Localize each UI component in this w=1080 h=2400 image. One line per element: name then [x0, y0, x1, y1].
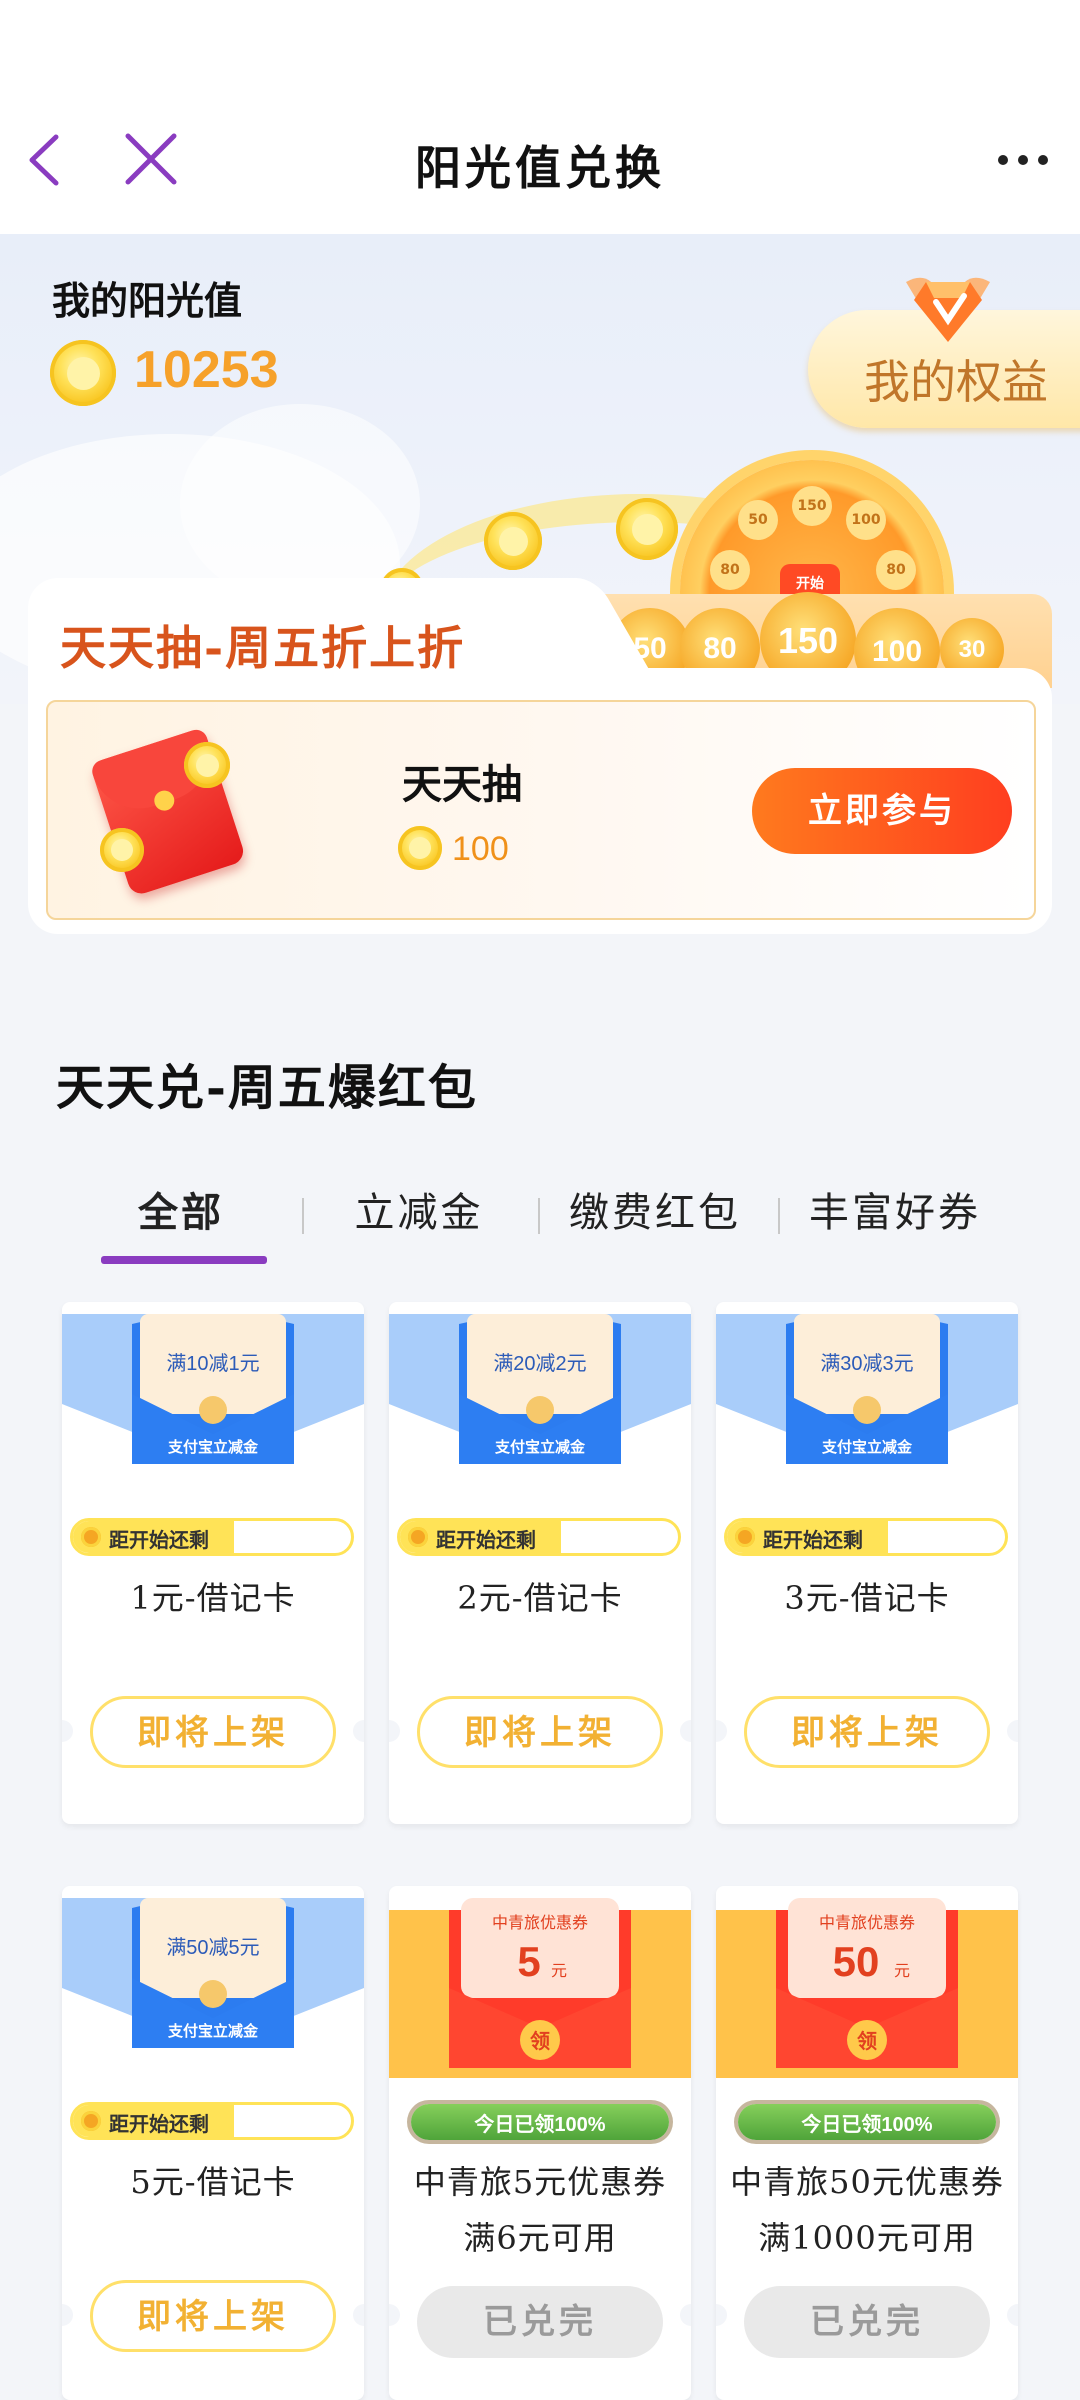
svg-text:满20减2元: 满20减2元 [493, 1352, 586, 1375]
top-bar: 阳光值兑换 [0, 0, 1080, 234]
svg-text:元: 元 [894, 1963, 910, 1980]
clock-icon [81, 1527, 101, 1547]
svg-text:中青旅优惠券: 中青旅优惠券 [492, 1914, 588, 1932]
exchange-section-title: 天天兑-周五爆红包 [56, 1060, 478, 1116]
red-packet-coin-icon [184, 742, 230, 788]
tab-instant-discount[interactable]: 立减金 [304, 1180, 534, 1238]
svg-text:支付宝立减金: 支付宝立减金 [167, 2022, 259, 2040]
coming-soon-button[interactable]: 即将上架 [417, 1696, 663, 1768]
red-packet-coin-icon [100, 828, 144, 872]
daily-draw-title: 天天抽-周五折上折 [60, 621, 466, 675]
daily-draw-item-name: 天天抽 [402, 761, 522, 808]
countdown-bar: 距开始还剩 [724, 1518, 1008, 1556]
cost-coin-icon [398, 826, 442, 870]
join-now-button[interactable]: 立即参与 [752, 768, 1012, 854]
tab-all[interactable]: 全部 [66, 1180, 296, 1238]
category-tabs: 全部 立减金 缴费红包 丰富好券 [66, 1180, 1016, 1280]
daily-draw-card: 50 80 150 100 30 天天抽-周五折上折 天天抽 100 立即参与 [28, 578, 1052, 934]
claimed-progress-bar: 今日已领100% [411, 2104, 669, 2140]
item-name: 1元-借记卡 [130, 1579, 296, 1617]
coming-soon-button[interactable]: 即将上架 [744, 1696, 990, 1768]
item-name: 5元-借记卡 [130, 2163, 296, 2201]
svg-text:支付宝立减金: 支付宝立减金 [167, 1438, 259, 1456]
svg-text:50: 50 [833, 1938, 880, 1985]
countdown-bar: 距开始还剩 [397, 1518, 681, 1556]
alipay-voucher-image: 满30减3元 支付宝立减金 [716, 1314, 1018, 1474]
travel-coupon-image: 领 中青旅优惠券 50 元 [716, 1898, 1018, 2078]
tab-bill-red-packet[interactable]: 缴费红包 [540, 1180, 770, 1238]
travel-coupon-image: 领 中青旅优惠券 5 元 [389, 1898, 691, 2078]
countdown-bar: 距开始还剩 [70, 1518, 354, 1556]
svg-text:支付宝立减金: 支付宝立减金 [494, 1438, 586, 1456]
alipay-voucher-image: 满50减5元 支付宝立减金 [62, 1898, 364, 2058]
banner-coins: 50 80 150 100 30 [610, 588, 1020, 694]
sun-coin-icon [50, 340, 116, 406]
clock-icon [408, 1527, 428, 1547]
exchange-card[interactable]: 满20减2元 支付宝立减金 距开始还剩 2元-借记卡 即将上架 [389, 1302, 691, 1824]
item-name: 中青旅50元优惠券 满1000元可用 [730, 2163, 1004, 2257]
svg-text:领: 领 [530, 2029, 550, 2053]
svg-text:满50减5元: 满50减5元 [166, 1936, 259, 1959]
svg-text:领: 领 [857, 2029, 877, 2053]
item-name: 3元-借记卡 [784, 1579, 950, 1617]
item-name: 2元-借记卡 [457, 1579, 623, 1617]
daily-draw-item[interactable]: 天天抽 100 立即参与 [46, 700, 1036, 920]
coming-soon-button[interactable]: 即将上架 [90, 1696, 336, 1768]
exchange-card[interactable]: 领 中青旅优惠券 5 元 今日已领100% 中青旅5元优惠券 满6元可用 已兑完 [389, 1886, 691, 2400]
svg-text:中青旅优惠券: 中青旅优惠券 [819, 1914, 915, 1932]
svg-text:元: 元 [551, 1963, 567, 1980]
alipay-voucher-image: 满10减1元 支付宝立减金 [62, 1314, 364, 1474]
svg-text:满30减3元: 满30减3元 [820, 1352, 913, 1375]
floating-coin-icon [484, 512, 542, 570]
floating-coin-icon [616, 498, 678, 560]
item-condition: 满6元可用 [463, 2219, 617, 2257]
svg-text:5: 5 [517, 1938, 540, 1985]
tab-rich-coupons[interactable]: 丰富好券 [780, 1180, 1010, 1238]
coming-soon-button[interactable]: 即将上架 [90, 2280, 336, 2352]
claimed-progress-bar: 今日已领100% [738, 2104, 996, 2140]
clock-icon [81, 2111, 101, 2131]
exchange-card[interactable]: 领 中青旅优惠券 50 元 今日已领100% 中青旅50元优惠券 满1000元可用… [716, 1886, 1018, 2400]
alipay-voucher-image: 满20减2元 支付宝立减金 [389, 1314, 691, 1474]
page-title: 阳光值兑换 [415, 141, 665, 195]
sold-out-button[interactable]: 已兑完 [417, 2286, 663, 2358]
exchange-card[interactable]: 满10减1元 支付宝立减金 距开始还剩 1元-借记卡 即将上架 [62, 1302, 364, 1824]
daily-draw-cost: 100 [452, 830, 509, 868]
sunshine-label: 我的阳光值 [52, 278, 243, 323]
active-tab-indicator [101, 1256, 267, 1264]
cloud-decoration [180, 404, 420, 604]
exchange-card[interactable]: 满50减5元 支付宝立减金 距开始还剩 5元-借记卡 即将上架 [62, 1886, 364, 2400]
exchange-card[interactable]: 满30减3元 支付宝立减金 距开始还剩 3元-借记卡 即将上架 [716, 1302, 1018, 1824]
sunshine-value: 10253 [134, 341, 279, 399]
vip-gem-icon [906, 277, 990, 342]
svg-text:满10减1元: 满10减1元 [166, 1352, 259, 1375]
more-options-icon[interactable] [998, 150, 1058, 170]
item-name: 中青旅5元优惠券 满6元可用 [413, 2163, 667, 2257]
item-condition: 满1000元可用 [758, 2219, 976, 2257]
clock-icon [735, 1527, 755, 1547]
countdown-bar: 距开始还剩 [70, 2102, 354, 2140]
sold-out-button[interactable]: 已兑完 [744, 2286, 990, 2358]
my-benefits-label: 我的权益 [864, 356, 1048, 408]
svg-text:支付宝立减金: 支付宝立减金 [821, 1438, 913, 1456]
